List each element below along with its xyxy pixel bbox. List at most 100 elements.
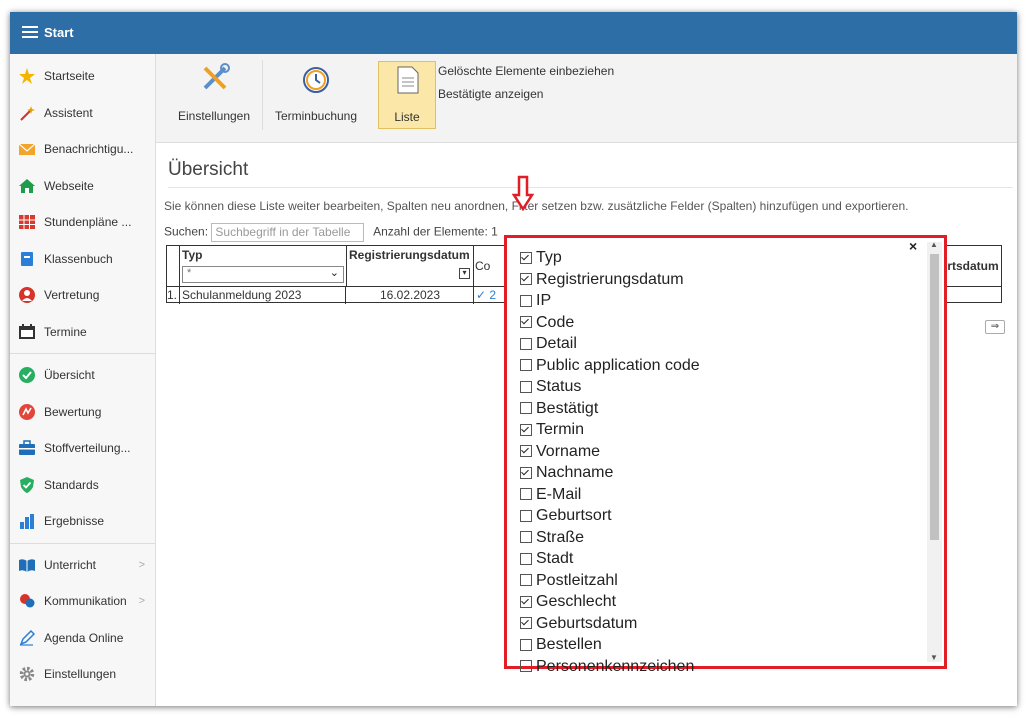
column-option[interactable]: Nachname	[520, 462, 700, 484]
column-option[interactable]: Geburtsdatum	[520, 613, 700, 635]
column-option[interactable]: Geschlecht	[520, 591, 700, 613]
column-option[interactable]: Registrierungsdatum	[520, 269, 700, 291]
column-checkbox[interactable]	[520, 617, 532, 630]
column-checkbox[interactable]	[520, 552, 532, 565]
list-button[interactable]: Liste	[378, 61, 436, 129]
filter-icon[interactable]: ▾	[459, 268, 470, 279]
column-option[interactable]: Postleitzahl	[520, 570, 700, 592]
column-option-label: Postleitzahl	[536, 571, 618, 589]
column-option[interactable]: Personenkennzeichen	[520, 656, 700, 678]
scrollbar[interactable]: ▲ ▼	[927, 240, 942, 662]
sidebar-item-uebersicht[interactable]: Übersicht	[10, 357, 155, 394]
page-title: Übersicht	[168, 159, 249, 180]
index-header	[167, 246, 180, 286]
column-header-code[interactable]: Co	[474, 246, 494, 286]
column-header-registrierungsdatum[interactable]: Registrierungsdatum ▾	[347, 246, 474, 286]
column-option[interactable]: Typ	[520, 247, 700, 269]
column-option[interactable]: Vorname	[520, 441, 700, 463]
include-deleted-option[interactable]: Gelöschte Elemente einbeziehen	[438, 64, 614, 78]
column-option[interactable]: Public application code	[520, 355, 700, 377]
column-checkbox[interactable]	[520, 402, 532, 415]
sidebar-item-termine[interactable]: Termine	[10, 314, 155, 351]
column-checkbox[interactable]	[520, 380, 532, 393]
column-option[interactable]: Status	[520, 376, 700, 398]
typ-filter-select[interactable]: * ⌄	[182, 266, 344, 283]
column-checkbox[interactable]	[520, 531, 532, 544]
sidebar-item-label: Bewertung	[44, 404, 102, 419]
column-option[interactable]: Termin	[520, 419, 700, 441]
home-icon	[19, 178, 35, 194]
column-option[interactable]: IP	[520, 290, 700, 312]
column-checkbox[interactable]	[520, 273, 532, 286]
sidebar-item-klassenbuch[interactable]: Klassenbuch	[10, 241, 155, 278]
column-option[interactable]: Detail	[520, 333, 700, 355]
column-option[interactable]: Bestellen	[520, 634, 700, 656]
sidebar-item-kommunikation[interactable]: Kommunikation >	[10, 583, 155, 620]
column-checkbox[interactable]	[520, 316, 532, 329]
booking-button[interactable]: Terminbuchung	[270, 61, 362, 127]
sidebar-item-ergebnisse[interactable]: Ergebnisse	[10, 503, 155, 540]
column-checkbox[interactable]	[520, 466, 532, 479]
column-option[interactable]: Straße	[520, 527, 700, 549]
column-option[interactable]: Geburtsort	[520, 505, 700, 527]
column-checkbox[interactable]	[520, 359, 532, 372]
hamburger-menu-icon[interactable]	[22, 26, 38, 39]
sidebar-item-assistent[interactable]: Assistent	[10, 95, 155, 132]
cell-typ[interactable]: Schulanmeldung 2023	[180, 287, 346, 304]
column-checkbox[interactable]	[520, 509, 532, 522]
cell-registrierungsdatum[interactable]: 16.02.2023	[347, 287, 474, 304]
sidebar-item-label: Stundenpläne ...	[44, 215, 132, 230]
sidebar-item-stundenplaene[interactable]: Stundenpläne ...	[10, 204, 155, 241]
sidebar-item-standards[interactable]: Standards	[10, 467, 155, 504]
column-checkbox[interactable]	[520, 488, 532, 501]
cell-code[interactable]: ✓ 2	[474, 287, 498, 304]
sidebar-item-benachrichtigung[interactable]: Benachrichtigu...	[10, 131, 155, 168]
sidebar-item-agenda-online[interactable]: Agenda Online	[10, 620, 155, 657]
column-option-label: Code	[536, 313, 575, 331]
column-checkbox[interactable]	[520, 595, 532, 608]
column-option-label: Geburtsort	[536, 507, 612, 524]
column-checkbox[interactable]	[520, 251, 532, 264]
chat-icon	[19, 593, 35, 609]
column-option[interactable]: Code	[520, 312, 700, 334]
show-confirmed-option[interactable]: Bestätigte anzeigen	[438, 87, 543, 101]
export-arrow-icon[interactable]: ⇒	[985, 320, 1005, 334]
column-header-typ[interactable]: Typ * ⌄	[180, 246, 347, 286]
settings-button[interactable]: Einstellungen	[174, 61, 254, 127]
column-option[interactable]: Stadt	[520, 548, 700, 570]
chevron-down-icon: ⌄	[329, 267, 339, 279]
sidebar-item-vertretung[interactable]: Vertretung	[10, 277, 155, 314]
close-icon[interactable]: ×	[909, 238, 917, 254]
sidebar-item-webseite[interactable]: Webseite	[10, 168, 155, 205]
sidebar-item-label: Vertretung	[44, 288, 100, 303]
sidebar-item-bewertung[interactable]: Bewertung	[10, 394, 155, 431]
sidebar-item-label: Klassenbuch	[44, 251, 113, 266]
column-checkbox[interactable]	[520, 638, 532, 651]
bar-chart-icon	[19, 513, 35, 530]
sidebar-item-unterricht[interactable]: Unterricht >	[10, 547, 155, 584]
check-circle-icon	[19, 367, 35, 384]
search-input[interactable]: Suchbegriff in der Tabelle	[211, 223, 365, 242]
sidebar-item-einstellungen[interactable]: Einstellungen	[10, 656, 155, 693]
chevron-right-icon: >	[138, 558, 145, 571]
column-checkbox[interactable]	[520, 423, 532, 436]
column-checkbox[interactable]	[520, 660, 532, 673]
sidebar-item-stoffverteilung[interactable]: Stoffverteilung...	[10, 430, 155, 467]
scrollbar-thumb[interactable]	[930, 254, 939, 540]
sidebar-item-label: Assistent	[44, 105, 93, 120]
scroll-down-icon[interactable]: ▼	[930, 653, 938, 662]
column-option-label: Nachname	[536, 464, 614, 481]
sidebar-item-startseite[interactable]: Startseite	[10, 58, 155, 95]
column-option[interactable]: Bestätigt	[520, 398, 700, 420]
column-option-label: Bestellen	[536, 636, 602, 653]
sidebar: Startseite Assistent Benachrichtigu... W…	[10, 54, 156, 706]
sidebar-item-label: Ergebnisse	[44, 514, 105, 529]
column-option[interactable]: E-Mail	[520, 484, 700, 506]
scroll-up-icon[interactable]: ▲	[930, 240, 938, 249]
column-checkbox[interactable]	[520, 294, 532, 307]
column-option-label: Typ	[536, 249, 562, 266]
column-checkbox[interactable]	[520, 337, 532, 350]
column-checkbox[interactable]	[520, 574, 532, 587]
column-checkbox[interactable]	[520, 445, 532, 458]
gear-icon	[19, 666, 35, 682]
